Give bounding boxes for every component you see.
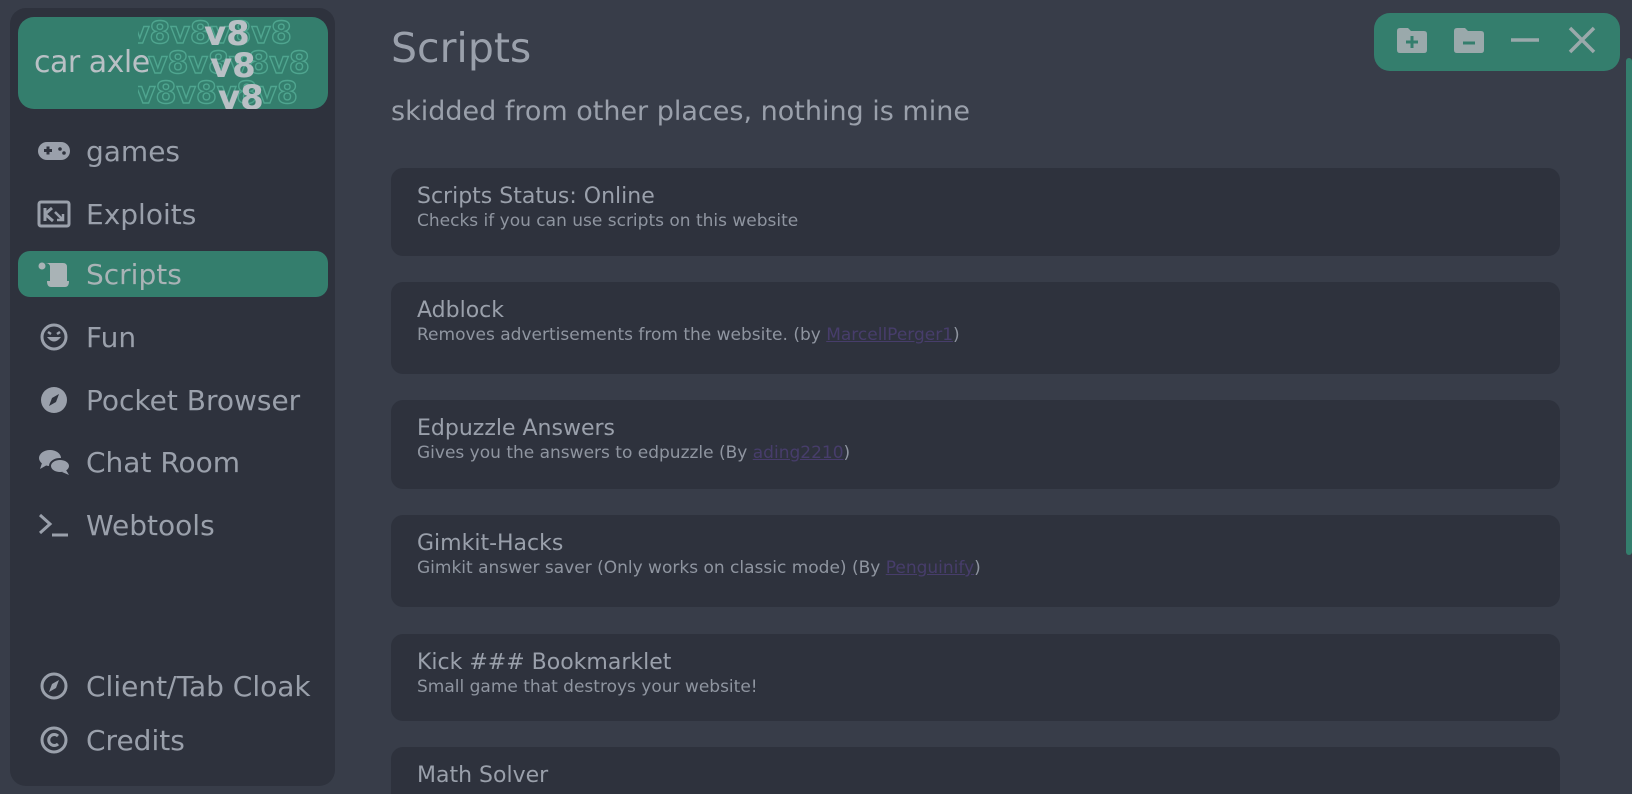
scrollbar-thumb[interactable] [1626, 58, 1632, 555]
compass-icon [34, 385, 74, 415]
brand-name: car axle [34, 45, 150, 80]
card-description: Small game that destroys your website! [417, 677, 758, 697]
v8-pattern-graphic: v8v8v8v8 v8v8v8v8 v8v8v8v8 v8 v8 v8 [138, 17, 310, 109]
author-link[interactable]: ading2210 [753, 443, 844, 463]
card-description: Checks if you can use scripts on this we… [417, 211, 799, 231]
brand-logo[interactable]: v8v8v8v8 v8v8v8v8 v8v8v8v8 v8 v8 v8 car … [18, 17, 328, 109]
folder-minus-button[interactable] [1449, 22, 1489, 62]
card-title: Scripts Status: Online [417, 184, 655, 209]
script-card-adblock[interactable]: Adblock Removes advertisements from the … [391, 282, 1560, 374]
card-description-text: ) [974, 558, 981, 578]
folder-plus-icon [1395, 23, 1429, 61]
sidebar-item-client-tab-cloak[interactable]: Client/Tab Cloak [18, 663, 328, 709]
card-description-text: ) [843, 443, 851, 463]
sidebar-item-games[interactable]: games [18, 128, 328, 174]
sidebar-item-pocket-browser[interactable]: Pocket Browser [18, 377, 328, 423]
card-description: Gimkit answer saver (Only works on class… [417, 558, 1534, 578]
sidebar-item-label: Credits [86, 723, 185, 757]
sidebar-item-label: Pocket Browser [86, 383, 301, 417]
exploit-window-icon [34, 199, 74, 229]
script-card-math-solver[interactable]: Math Solver [391, 747, 1560, 794]
author-link[interactable]: Penguinify [886, 558, 974, 578]
card-title: Kick ### Bookmarklet [417, 650, 672, 675]
sidebar-item-scripts[interactable]: Scripts [18, 251, 328, 297]
sidebar-item-webtools[interactable]: Webtools [18, 502, 328, 548]
card-title: Gimkit-Hacks [417, 531, 564, 556]
card-description-text: Gimkit answer saver (Only works on class… [417, 558, 886, 578]
script-card-status[interactable]: Scripts Status: Online Checks if you can… [391, 168, 1560, 256]
page-title: Scripts [391, 24, 532, 72]
sidebar: v8v8v8v8 v8v8v8v8 v8v8v8v8 v8 v8 v8 car … [10, 8, 335, 786]
minimize-icon [1508, 23, 1542, 61]
sidebar-item-label: Exploits [86, 197, 197, 231]
sidebar-item-exploits[interactable]: Exploits [18, 191, 328, 237]
gamepad-icon [34, 136, 74, 166]
card-title: Math Solver [417, 763, 549, 788]
sidebar-item-fun[interactable]: Fun [18, 314, 328, 360]
sidebar-item-label: Webtools [86, 508, 215, 542]
close-icon [1565, 23, 1599, 61]
sidebar-item-label: Client/Tab Cloak [86, 669, 311, 703]
folder-minus-icon [1452, 23, 1486, 61]
sidebar-item-label: games [86, 134, 181, 168]
compass-outline-icon [34, 671, 74, 701]
window-controls [1374, 13, 1620, 71]
card-title: Adblock [417, 298, 505, 323]
laugh-face-icon [34, 322, 74, 352]
script-card-kick-bookmarklet[interactable]: Kick ### Bookmarklet Small game that des… [391, 634, 1560, 721]
card-description-text: ) [953, 325, 960, 345]
card-description: Gives you the answers to edpuzzle (By ad… [417, 443, 1534, 463]
sidebar-item-chat-room[interactable]: Chat Room [18, 439, 328, 485]
svg-text:v8: v8 [218, 78, 264, 109]
close-button[interactable] [1562, 22, 1602, 62]
card-title: Edpuzzle Answers [417, 416, 615, 441]
sidebar-item-credits[interactable]: Credits [18, 717, 328, 763]
copyright-icon [34, 725, 74, 755]
sidebar-item-label: Chat Room [86, 445, 241, 479]
card-description-text: Removes advertisements from the website.… [417, 325, 827, 345]
card-description: Removes advertisements from the website.… [417, 325, 1534, 345]
minimize-button[interactable] [1505, 22, 1545, 62]
scroll-icon [34, 259, 74, 289]
sidebar-item-label: Fun [86, 320, 137, 354]
terminal-icon [34, 510, 74, 540]
app-window: v8v8v8v8 v8v8v8v8 v8v8v8v8 v8 v8 v8 car … [0, 0, 1632, 794]
script-card-edpuzzle[interactable]: Edpuzzle Answers Gives you the answers t… [391, 400, 1560, 489]
chat-bubbles-icon [34, 447, 74, 477]
card-description-text: Gives you the answers to edpuzzle (By [417, 443, 753, 463]
sidebar-item-label: Scripts [86, 257, 182, 291]
script-card-gimkit[interactable]: Gimkit-Hacks Gimkit answer saver (Only w… [391, 515, 1560, 607]
author-link[interactable]: MarcellPerger1 [826, 325, 953, 345]
page-subtitle: skidded from other places, nothing is mi… [391, 96, 970, 127]
folder-plus-button[interactable] [1392, 22, 1432, 62]
